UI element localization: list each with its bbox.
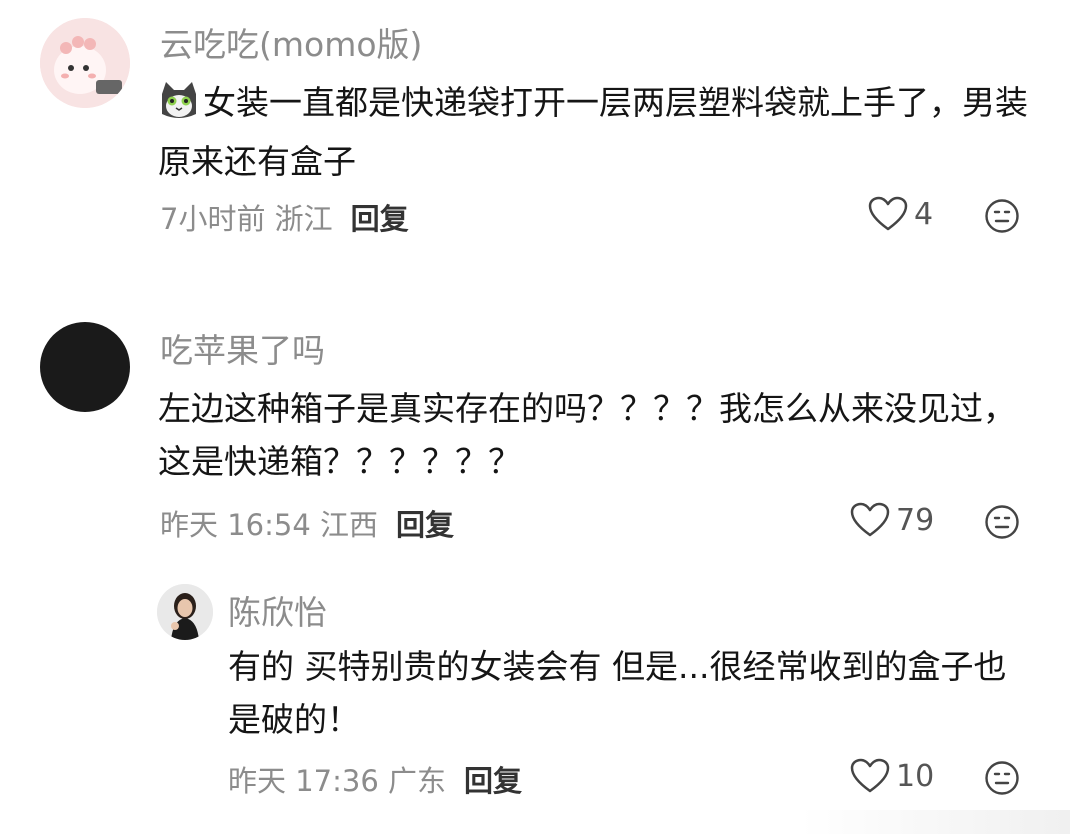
avatar[interactable] <box>40 322 130 412</box>
heart-outline-icon <box>868 196 908 232</box>
like-button[interactable]: 79 <box>850 502 934 538</box>
like-button[interactable]: 10 <box>850 758 934 794</box>
comment-text-content: 女装一直都是快递袋打开一层两层塑料袋就上手了，男装原来还有盒子 <box>158 83 1028 181</box>
avatar[interactable] <box>40 18 130 108</box>
reply-button[interactable]: 回复 <box>351 202 409 236</box>
comment-meta: 昨天 16:54 江西 回复 <box>160 502 454 544</box>
like-count: 4 <box>914 196 934 232</box>
meh-face-icon[interactable] <box>984 760 1020 800</box>
meh-face-icon[interactable] <box>984 198 1020 238</box>
cat-emoji-icon <box>158 80 200 135</box>
comment-text: 左边这种箱子是真实存在的吗？？？？我怎么从来没见过，这是快递箱？？？？？？ <box>158 389 1016 481</box>
time-location: 昨天 16:54 江西 <box>160 508 379 542</box>
comment-meta: 7小时前 浙江 回复 <box>160 196 409 238</box>
time-location: 7小时前 浙江 <box>160 202 333 236</box>
comment-text: 有的 买特别贵的女装会有 但是...很经常收到的盒子也是破的！ <box>228 647 1007 739</box>
reply-button[interactable]: 回复 <box>396 508 454 542</box>
heart-outline-icon <box>850 758 890 794</box>
comment-meta: 昨天 17:36 广东 回复 <box>228 758 522 800</box>
like-button[interactable]: 4 <box>868 196 933 232</box>
time-location: 昨天 17:36 广东 <box>228 764 447 798</box>
username[interactable]: 吃苹果了吗 <box>160 324 325 372</box>
comment-text: 女装一直都是快递袋打开一层两层塑料袋就上手了，男装原来还有盒子 <box>158 76 1038 188</box>
meh-face-icon[interactable] <box>984 504 1020 544</box>
watermark-strip <box>800 810 1070 834</box>
like-count: 79 <box>896 502 935 538</box>
heart-outline-icon <box>850 502 890 538</box>
username[interactable]: 云吃吃(momo版) <box>160 18 422 66</box>
reply-button[interactable]: 回复 <box>464 764 522 798</box>
avatar[interactable] <box>157 584 213 640</box>
like-count: 10 <box>896 758 935 794</box>
username[interactable]: 陈欣怡 <box>228 586 327 634</box>
